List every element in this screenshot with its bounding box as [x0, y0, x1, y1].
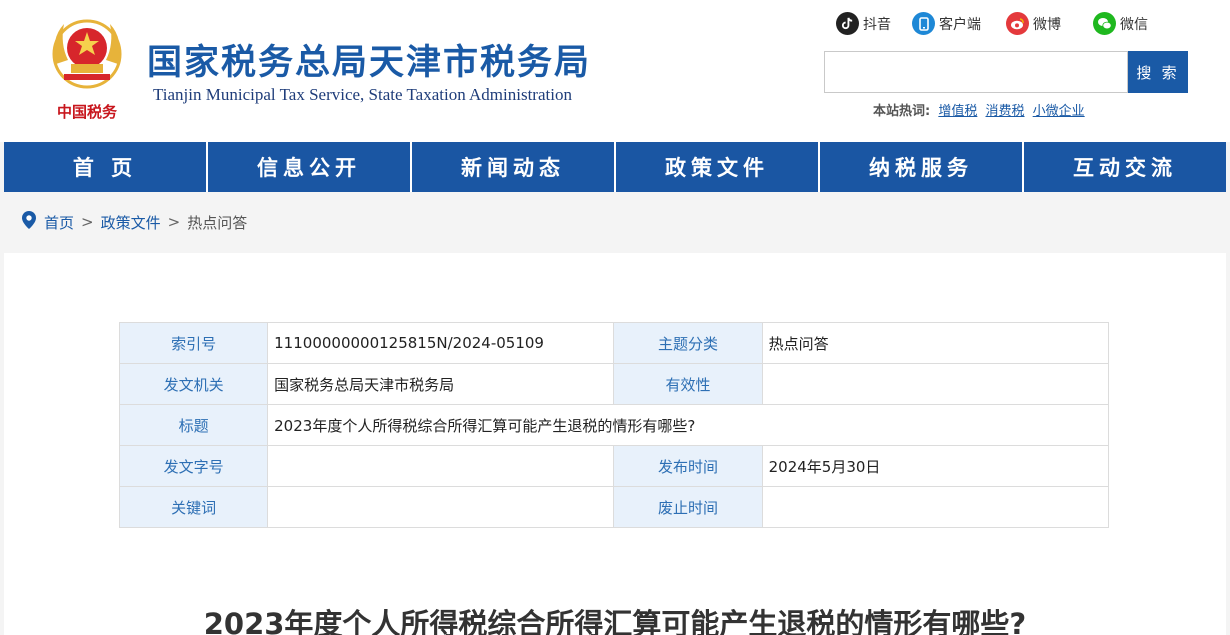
- site-header: 中国税务 国家税务总局天津市税务局 Tianjin Municipal Tax …: [0, 0, 1230, 142]
- tax-emblem-logo[interactable]: 中国税务: [42, 14, 132, 126]
- issuer-value: 国家税务总局天津市税务局: [267, 363, 615, 405]
- table-row: 发文字号 发布时间 2024年5月30日: [118, 445, 1110, 487]
- document-meta-table: 索引号 11100000000125815N/2024-05109 主题分类 热…: [118, 322, 1110, 528]
- expire-label: 废止时间: [613, 486, 763, 528]
- keywords-label: 关键词: [118, 486, 269, 528]
- hot-word-vat[interactable]: 增值税: [938, 104, 977, 119]
- table-row: 发文机关 国家税务总局天津市税务局 有效性: [118, 363, 1110, 405]
- docno-label: 发文字号: [118, 445, 269, 487]
- social-client[interactable]: 客户端: [912, 12, 981, 35]
- mobile-client-icon: [912, 12, 935, 35]
- title-label: 标题: [118, 404, 269, 446]
- main-nav: 首 页 信息公开 新闻动态 政策文件 纳税服务 互动交流: [4, 142, 1226, 192]
- breadcrumb-current: 热点问答: [187, 213, 248, 232]
- wechat-icon: [1093, 12, 1116, 35]
- table-row: 索引号 11100000000125815N/2024-05109 主题分类 热…: [118, 322, 1110, 364]
- breadcrumb-separator: >: [167, 213, 181, 231]
- site-title: 国家税务总局天津市税务局: [147, 43, 592, 83]
- breadcrumb-separator: >: [81, 213, 94, 231]
- title-value: 2023年度个人所得税综合所得汇算可能产生退税的情形有哪些?: [267, 404, 1109, 446]
- issuer-label: 发文机关: [118, 363, 269, 405]
- pubdate-value: 2024年5月30日: [761, 445, 1110, 487]
- validity-value: [761, 363, 1110, 405]
- site-subtitle: Tianjin Municipal Tax Service, State Tax…: [153, 85, 572, 104]
- nav-info-disclosure[interactable]: 信息公开: [208, 142, 412, 192]
- table-row: 标题 2023年度个人所得税综合所得汇算可能产生退税的情形有哪些?: [118, 404, 1109, 446]
- nav-policy[interactable]: 政策文件: [616, 142, 820, 192]
- topic-label: 主题分类: [613, 322, 763, 364]
- hot-words: 本站热词: 增值税 消费税 小微企业: [873, 100, 1085, 119]
- table-row: 关键词 废止时间: [118, 486, 1110, 528]
- hot-word-small-business[interactable]: 小微企业: [1033, 104, 1085, 119]
- docno-value: [267, 445, 615, 487]
- article-title: 2023年度个人所得税综合所得汇算可能产生退税的情形有哪些?: [203, 607, 1027, 635]
- social-label: 客户端: [939, 16, 981, 33]
- index-label: 索引号: [118, 322, 269, 364]
- pubdate-label: 发布时间: [613, 445, 763, 487]
- search-input[interactable]: [824, 51, 1128, 93]
- weibo-icon: [1006, 12, 1029, 35]
- social-weibo[interactable]: 微博: [1006, 12, 1061, 35]
- nav-home[interactable]: 首 页: [4, 142, 208, 192]
- logo-text: 中国税务: [57, 103, 118, 121]
- social-label: 微博: [1033, 16, 1061, 33]
- breadcrumb: 首页 > 政策文件 > 热点问答: [22, 211, 247, 233]
- content-panel: 索引号 11100000000125815N/2024-05109 主题分类 热…: [4, 253, 1226, 635]
- validity-label: 有效性: [613, 363, 763, 405]
- location-pin-icon: [22, 211, 36, 233]
- breadcrumb-home[interactable]: 首页: [44, 212, 74, 233]
- topic-value: 热点问答: [761, 322, 1110, 364]
- breadcrumb-policy[interactable]: 政策文件: [101, 212, 161, 233]
- index-value: 11100000000125815N/2024-05109: [267, 322, 615, 364]
- nav-interaction[interactable]: 互动交流: [1024, 142, 1226, 192]
- social-label: 抖音: [863, 16, 891, 33]
- social-label: 微信: [1120, 16, 1148, 33]
- social-douyin[interactable]: 抖音: [836, 12, 891, 35]
- keywords-value: [267, 486, 615, 528]
- douyin-icon: [836, 12, 859, 35]
- nav-tax-service[interactable]: 纳税服务: [820, 142, 1024, 192]
- search-button[interactable]: 搜 索: [1128, 51, 1188, 93]
- social-wechat[interactable]: 微信: [1093, 12, 1148, 35]
- hot-word-consumption-tax[interactable]: 消费税: [986, 104, 1025, 119]
- hot-words-label: 本站热词:: [873, 104, 931, 119]
- nav-news[interactable]: 新闻动态: [412, 142, 616, 192]
- expire-value: [761, 486, 1110, 528]
